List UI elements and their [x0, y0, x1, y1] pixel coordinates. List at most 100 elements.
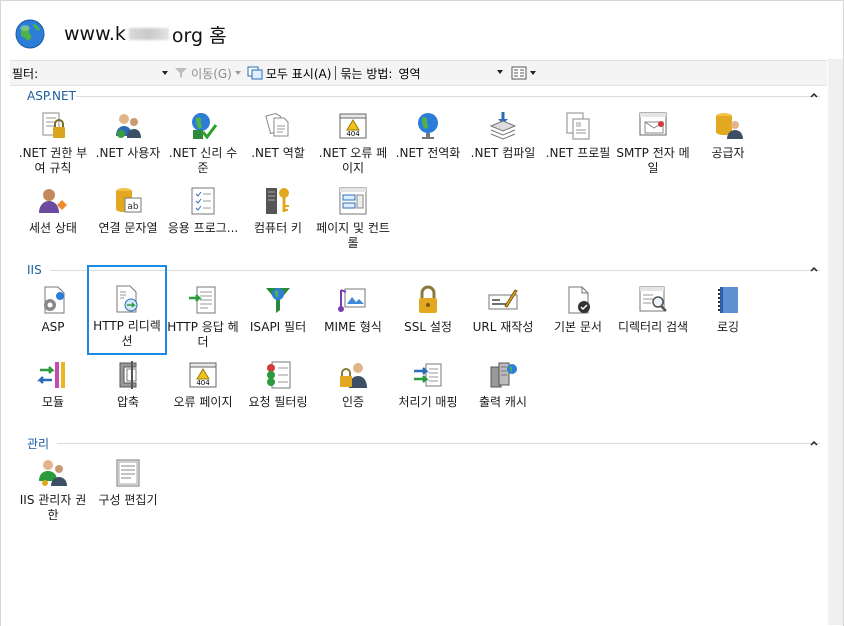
item-label: SMTP 전자 메일: [616, 146, 690, 175]
feature-pages-controls[interactable]: 페이지 및 컨트롤: [315, 185, 391, 251]
modules-icon: [37, 362, 65, 388]
item-label: URL 재작성: [472, 320, 534, 334]
feature-output-caching[interactable]: 출력 캐시: [465, 359, 541, 410]
item-label: 기본 문서: [554, 320, 602, 334]
group-by-select[interactable]: 영역: [398, 65, 504, 82]
section-divider: [76, 96, 820, 97]
feature-http-redirect[interactable]: HTTP 리디렉션: [87, 265, 167, 355]
output-cache-icon: [490, 362, 517, 388]
filter-toolbar: 필터: 이동(G) 모두 표시(A) 묶는 방법: 영역: [10, 60, 827, 86]
feature-providers[interactable]: 공급자: [690, 110, 766, 161]
item-label: 세션 상태: [29, 221, 77, 235]
chevron-down-icon[interactable]: [497, 69, 504, 74]
section-divider: [57, 443, 820, 444]
feature-configuration-editor[interactable]: 구성 편집기: [90, 457, 166, 508]
item-label: 오류 페이지: [173, 395, 233, 409]
collapse-icon[interactable]: [809, 438, 819, 448]
item-label: .NET 프로필: [545, 146, 611, 160]
feature-net-roles[interactable]: .NET 역할: [240, 110, 316, 161]
database-icon: ab: [116, 188, 142, 213]
feature-asp[interactable]: ASP: [15, 284, 91, 335]
feature-request-filtering[interactable]: 요청 필터링: [240, 359, 316, 410]
item-label: SSL 설정: [404, 320, 452, 334]
feature-logging[interactable]: 로깅: [690, 284, 766, 335]
feature-net-trust[interactable]: .NET 신리 수준: [165, 110, 241, 176]
globe-icon: [418, 113, 438, 139]
roles-icon: [265, 112, 289, 137]
chevron-down-icon[interactable]: [162, 71, 169, 75]
feature-net-profile[interactable]: .NET 프로필: [540, 110, 616, 161]
view-button[interactable]: [511, 66, 537, 80]
error-pages-icon: 404: [189, 362, 217, 388]
group-by-label: 묶는 방법:: [340, 66, 393, 81]
item-label: .NET 전역화: [395, 146, 461, 160]
item-label: ISAPI 필터: [249, 320, 307, 334]
response-headers-icon: [189, 286, 216, 314]
feature-app-settings[interactable]: 응용 프로그...: [165, 185, 241, 236]
machine-key-icon: [266, 188, 289, 214]
filter-input[interactable]: [48, 64, 169, 82]
title-redaction: [128, 28, 169, 40]
svg-text:ab: ab: [127, 202, 139, 212]
item-label: .NET 권한 부여 규칙: [18, 146, 88, 175]
compile-icon: [489, 112, 517, 140]
collapse-icon[interactable]: [809, 264, 819, 274]
item-label: 구성 편집기: [98, 493, 158, 507]
vertical-scrollbar[interactable]: [828, 59, 843, 625]
feature-net-users[interactable]: .NET 사용자: [90, 110, 166, 161]
section-header-aspnet: ASP.NET: [27, 89, 76, 103]
show-all-label: 모두 표시(A): [265, 66, 332, 81]
error-404-icon: 404: [339, 113, 367, 139]
request-filter-icon: [267, 361, 291, 389]
pages-controls-icon: [339, 187, 367, 215]
feature-session-state[interactable]: 세션 상태: [15, 185, 91, 236]
filter-label: 필터:: [12, 66, 39, 81]
feature-directory-browsing[interactable]: 디렉터리 검색: [615, 284, 691, 335]
feature-authentication[interactable]: 인증: [315, 359, 391, 410]
feature-default-document[interactable]: 기본 문서: [540, 284, 616, 335]
item-label: 인증: [341, 395, 365, 409]
item-label: 연결 문자열: [98, 221, 158, 235]
feature-connection-strings[interactable]: ab 연결 문자열: [90, 185, 166, 236]
group-by-value: 영역: [398, 66, 421, 81]
logging-icon: [718, 287, 738, 313]
email-icon: [639, 112, 667, 136]
dir-browse-icon: [639, 286, 667, 312]
feature-error-pages[interactable]: 404 오류 페이지: [165, 359, 241, 410]
feature-modules[interactable]: 모듈: [15, 359, 91, 410]
go-dropdown-icon[interactable]: [234, 71, 241, 75]
go-label: 이동(G): [191, 66, 232, 81]
feature-ssl-settings[interactable]: SSL 설정: [390, 284, 466, 335]
auth-icon: [340, 363, 367, 388]
feature-isapi-filters[interactable]: ISAPI 필터: [240, 284, 316, 335]
item-label: HTTP 리디렉션: [93, 319, 161, 348]
feature-http-response-headers[interactable]: HTTP 응답 헤더: [165, 284, 241, 350]
feature-mime-types[interactable]: MIME 형식: [315, 284, 391, 335]
default-doc-icon: [568, 286, 590, 314]
feature-iis-manager-permissions[interactable]: IIS 관리자 권한: [15, 457, 91, 523]
show-all-button[interactable]: 모두 표시(A): [247, 65, 332, 82]
provider-icon: [716, 113, 743, 139]
item-label: .NET 컴파일: [470, 146, 536, 160]
collapse-icon[interactable]: [809, 90, 819, 100]
config-editor-icon: [116, 459, 140, 487]
mime-icon: [338, 288, 366, 312]
svg-text:404: 404: [346, 130, 360, 138]
title-suffix: org 홈: [171, 24, 227, 47]
feature-handler-mappings[interactable]: 처리기 매핑: [390, 359, 466, 410]
feature-url-rewrite[interactable]: URL 재작성: [465, 284, 541, 335]
lock-doc-icon: [42, 112, 65, 138]
feature-net-authorization[interactable]: .NET 권한 부여 규칙: [15, 110, 91, 176]
feature-net-compilation[interactable]: .NET 컴파일: [465, 110, 541, 161]
feature-net-globalization[interactable]: .NET 전역화: [390, 110, 466, 161]
feature-smtp-email[interactable]: SMTP 전자 메일: [615, 110, 691, 176]
item-label: 컴퓨터 키: [254, 221, 302, 235]
view-dropdown-icon[interactable]: [530, 71, 537, 75]
trust-icon: [192, 113, 218, 140]
feature-machine-key[interactable]: 컴퓨터 키: [240, 185, 316, 236]
feature-net-error-pages[interactable]: 404 .NET 오류 페이지: [315, 110, 391, 176]
feature-compression[interactable]: 압축: [90, 359, 166, 410]
section-title: ASP.NET: [27, 89, 76, 103]
go-button[interactable]: 이동(G): [174, 65, 241, 82]
globe-icon: [15, 19, 45, 49]
